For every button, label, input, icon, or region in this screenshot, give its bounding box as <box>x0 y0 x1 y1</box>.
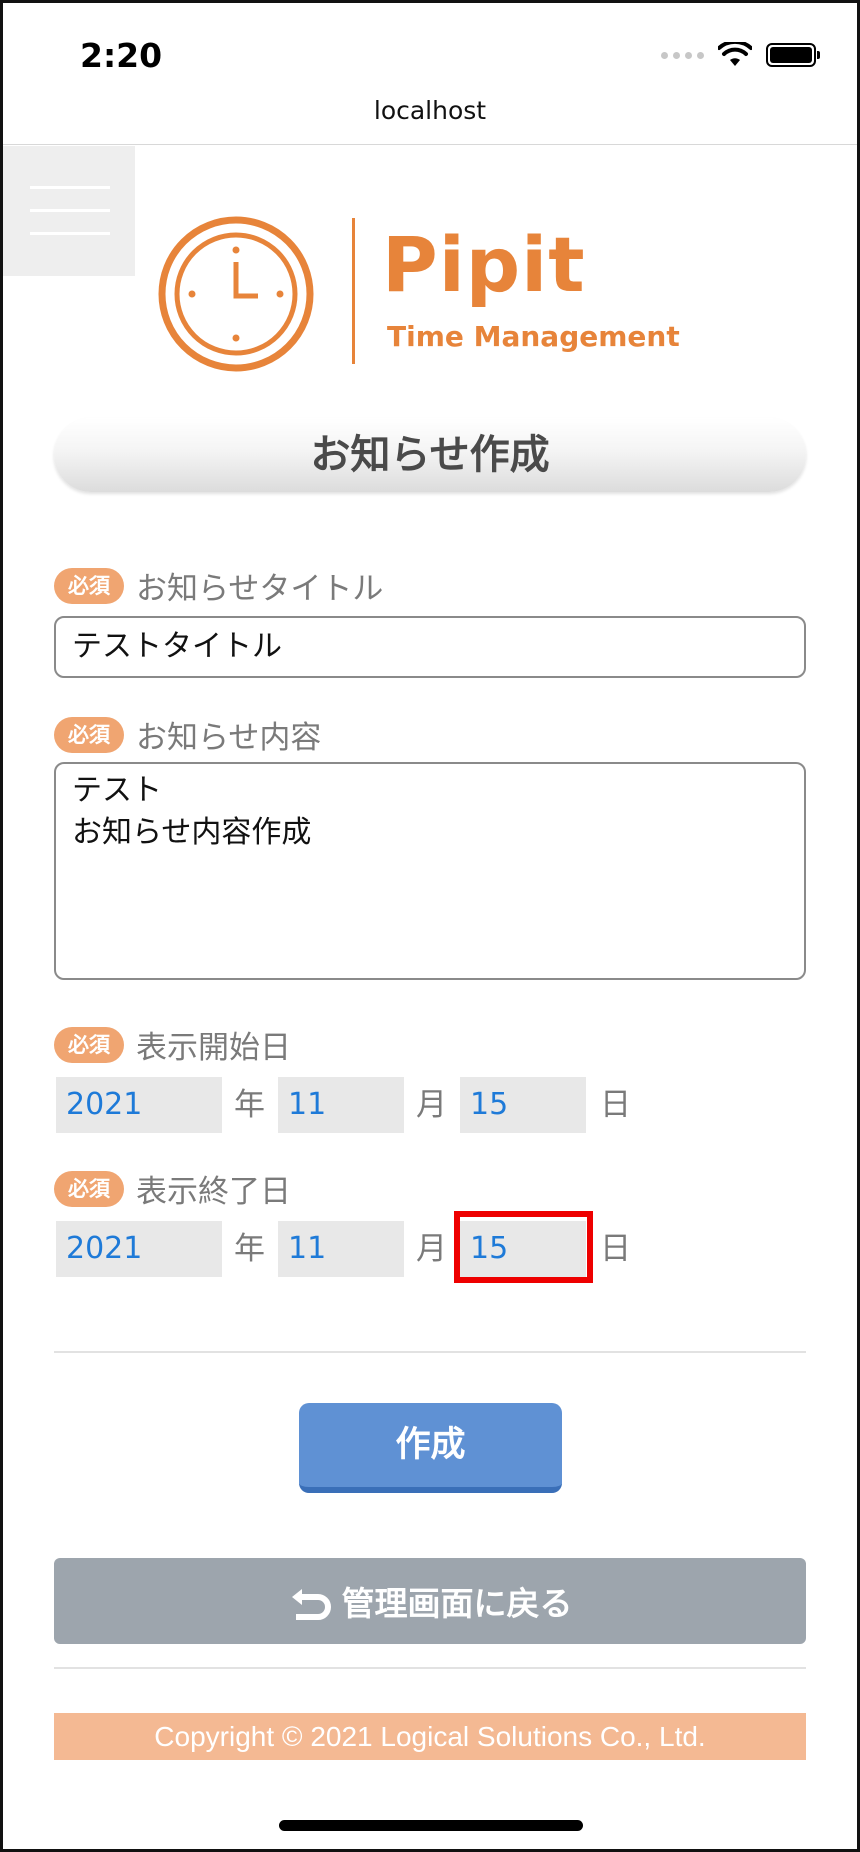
end-month-input[interactable]: 11 <box>278 1221 404 1277</box>
create-button[interactable]: 作成 <box>299 1403 562 1493</box>
content-field-label: 必須 お知らせ内容 <box>54 712 321 757</box>
page-title: お知らせ作成 <box>54 418 806 492</box>
end-day-highlight <box>454 1211 593 1283</box>
end-date-label-text: 表示終了日 <box>136 1174 291 1210</box>
form-divider <box>54 1351 806 1353</box>
wifi-icon <box>718 42 752 66</box>
cellular-signal-icon <box>661 51 704 59</box>
title-input[interactable]: テストタイトル <box>54 616 806 678</box>
end-date-label: 必須 表示終了日 <box>54 1166 291 1211</box>
copyright-footer: Copyright © 2021 Logical Solutions Co., … <box>54 1713 806 1760</box>
content-textarea[interactable]: テスト お知らせ内容作成 <box>54 762 806 980</box>
menu-bar-icon <box>30 232 110 235</box>
month-unit: 月 <box>416 1231 447 1267</box>
start-year-input[interactable]: 2021 <box>56 1077 222 1133</box>
required-badge: 必須 <box>54 567 124 604</box>
start-date-label: 必須 表示開始日 <box>54 1022 291 1067</box>
title-field-label: 必須 お知らせタイトル <box>54 563 383 608</box>
browser-url[interactable]: localhost <box>0 96 860 125</box>
year-unit: 年 <box>234 1087 265 1123</box>
back-button-label: 管理画面に戻る <box>341 1584 573 1623</box>
required-badge: 必須 <box>54 1026 124 1063</box>
menu-bar-icon <box>30 209 110 212</box>
day-unit: 日 <box>600 1231 631 1267</box>
logo-separator <box>352 218 355 364</box>
required-badge: 必須 <box>54 716 124 753</box>
logo-name: Pipit <box>382 220 586 309</box>
start-date-label-text: 表示開始日 <box>136 1030 291 1066</box>
start-month-input[interactable]: 11 <box>278 1077 404 1133</box>
footer-divider <box>54 1667 806 1669</box>
return-arrow-icon <box>291 1589 331 1620</box>
month-unit: 月 <box>416 1087 447 1123</box>
home-indicator[interactable] <box>279 1820 583 1831</box>
end-year-input[interactable]: 2021 <box>56 1221 222 1277</box>
title-label-text: お知らせタイトル <box>136 571 384 607</box>
clock-logo-icon <box>158 216 314 372</box>
status-icons <box>661 42 820 68</box>
required-badge: 必須 <box>54 1170 124 1207</box>
back-to-admin-button[interactable]: 管理画面に戻る <box>54 1558 806 1644</box>
start-day-input[interactable]: 15 <box>460 1077 586 1133</box>
status-time: 2:20 <box>80 36 163 75</box>
hamburger-menu-button[interactable] <box>3 146 135 276</box>
day-unit: 日 <box>600 1087 631 1123</box>
browser-divider <box>3 144 857 145</box>
content-label-text: お知らせ内容 <box>136 720 322 756</box>
menu-bar-icon <box>30 186 110 189</box>
logo-tagline: Time Management <box>387 320 680 353</box>
year-unit: 年 <box>234 1231 265 1267</box>
battery-icon <box>766 43 820 67</box>
